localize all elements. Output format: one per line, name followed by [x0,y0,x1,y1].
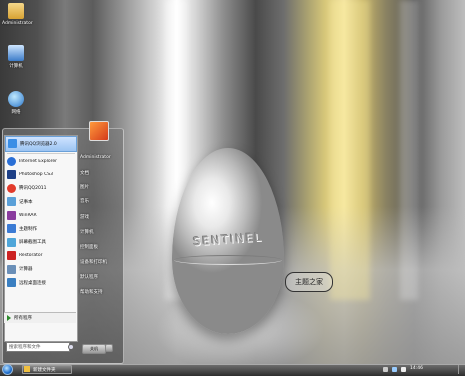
search-icon[interactable] [68,344,74,350]
program-item[interactable]: 腾讯QQ2011 [5,182,77,196]
start-right-item-help[interactable]: 帮助和支持 [80,289,103,295]
user-avatar[interactable] [89,121,109,141]
program-item[interactable]: 记事本 [5,195,77,209]
snipping-tool-icon [7,237,16,247]
start-search-input[interactable]: 搜索程序和文件 [6,342,70,352]
show-desktop-button[interactable] [458,365,465,374]
folder-icon [8,3,24,19]
desktop-icon-computer[interactable]: 计算机 [2,45,30,69]
internet-explorer-icon [7,156,16,166]
egg-seam [174,255,282,265]
shutdown-button[interactable]: 关机 [82,344,106,354]
shutdown-options-arrow-icon[interactable] [105,344,113,352]
program-item[interactable]: 腾讯QQ浏览器2.0 [5,136,77,152]
program-item[interactable]: Restorator [5,249,77,263]
start-right-item-control-panel[interactable]: 控制面板 [80,244,98,250]
photoshop-icon [7,170,16,180]
start-right-item-pictures[interactable]: 图片 [80,184,89,190]
calculator-icon [7,264,16,274]
program-item[interactable]: Internet Explorer [5,155,77,169]
light-ray [400,0,418,300]
desktop-icon-user-folder[interactable]: Administrator [2,3,33,26]
qq-browser-icon [8,139,17,149]
winrar-icon [7,210,16,220]
start-right-item-documents[interactable]: 文档 [80,170,89,176]
desktop-icon-label: 网络 [11,110,21,115]
desktop-icon-label: Administrator [2,21,33,26]
start-right-item-devices-printers[interactable]: 设备和打印机 [80,259,107,265]
light-ray [330,0,370,300]
desktop-icon-label: 计算机 [9,64,23,69]
program-item[interactable]: 主题制作 [5,222,77,236]
divider [7,152,75,154]
tray-icon[interactable] [383,367,388,372]
taskbar-clock[interactable]: 14:46 [410,366,423,371]
start-right-item-default-programs[interactable]: 默认程序 [80,274,98,280]
start-menu-program-list: 腾讯QQ浏览器2.0 Internet Explorer Photoshop C… [4,135,78,342]
start-right-item-user[interactable]: Administrator [80,155,111,160]
network-tray-icon[interactable] [392,367,397,372]
qq-penguin-icon [7,183,16,193]
computer-icon [8,45,24,61]
program-item[interactable]: Photoshop CS3 [5,168,77,182]
start-orb-windows-icon[interactable] [2,364,13,375]
program-item[interactable]: 计算器 [5,263,77,277]
program-item[interactable]: WinRAR [5,209,77,223]
notepad-icon [7,197,16,207]
volume-tray-icon[interactable] [401,367,406,372]
all-programs-button[interactable]: 所有程序 [4,312,76,323]
remote-desktop-icon [7,278,16,288]
brand-watermark: 主题之家 [285,272,333,292]
arrow-right-icon [7,315,11,321]
start-right-item-games[interactable]: 游戏 [80,214,89,220]
network-globe-icon [8,91,24,107]
theme-maker-icon [7,224,16,234]
program-item[interactable]: 远程桌面连接 [5,276,77,290]
folder-icon [24,366,30,372]
start-right-item-computer[interactable]: 计算机 [80,229,94,235]
restorator-icon [7,251,16,261]
program-item[interactable]: 屏幕截图工具 [5,236,77,250]
desktop-icon-network[interactable]: 网络 [2,91,30,115]
start-right-item-music[interactable]: 音乐 [80,198,89,204]
